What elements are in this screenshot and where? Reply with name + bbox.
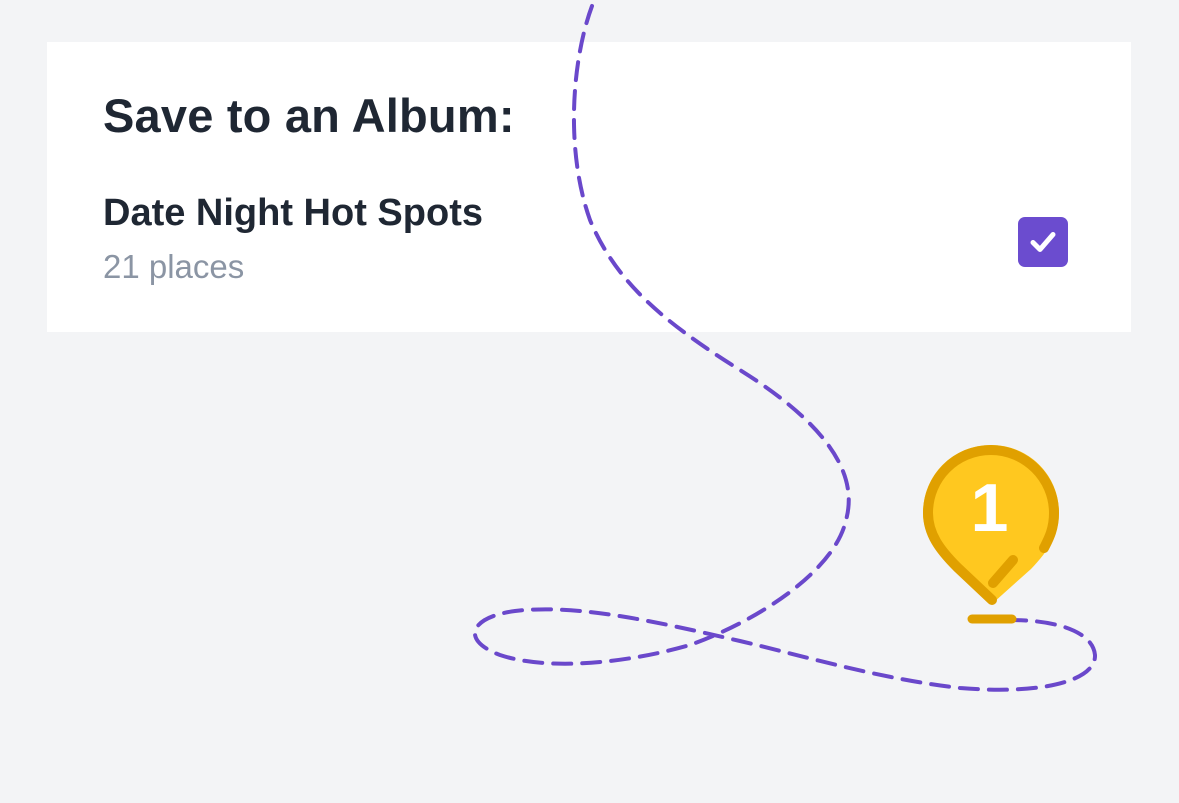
save-to-album-card: Save to an Album: Date Night Hot Spots 2…: [47, 42, 1131, 332]
album-list-item[interactable]: Date Night Hot Spots 21 places: [103, 188, 1075, 298]
album-checkbox[interactable]: [1018, 217, 1068, 267]
pin-number: 1: [970, 470, 1009, 546]
album-name: Date Night Hot Spots: [103, 192, 483, 234]
card-title: Save to an Album:: [103, 89, 515, 142]
album-place-count: 21 places: [103, 248, 245, 285]
map-pin-icon: 1: [918, 440, 1068, 630]
checkmark-icon: [1030, 232, 1056, 252]
